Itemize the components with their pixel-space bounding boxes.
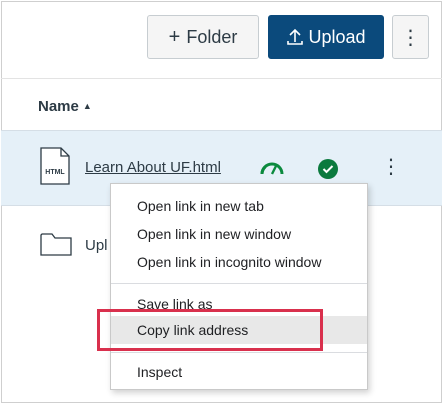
row-kebab-icon[interactable]: ⋮: [381, 154, 401, 179]
add-folder-button[interactable]: + Folder: [147, 15, 259, 59]
menu-item-open-incognito[interactable]: Open link in incognito window: [111, 248, 367, 276]
folder-icon: [40, 232, 72, 261]
html-file-icon: HTML: [40, 147, 70, 190]
upload-label: Upload: [308, 26, 366, 47]
add-folder-label: Folder: [186, 26, 238, 47]
menu-item-open-new-window[interactable]: Open link in new window: [111, 220, 367, 248]
sort-ascending-icon: ▲: [82, 101, 92, 111]
kebab-icon: ⋮: [400, 26, 421, 49]
usage-gauge-icon[interactable]: [259, 158, 285, 183]
menu-separator: [111, 352, 367, 353]
more-options-button[interactable]: ⋮: [392, 15, 429, 59]
file-type-badge: HTML: [45, 169, 65, 176]
menu-separator: [111, 283, 367, 284]
menu-item-inspect[interactable]: Inspect: [111, 358, 367, 386]
highlight-annotation-box: [97, 309, 323, 351]
upload-button[interactable]: Upload: [268, 15, 384, 59]
toolbar-divider: [1, 78, 442, 79]
published-check-icon[interactable]: [318, 159, 338, 179]
menu-item-open-new-tab[interactable]: Open link in new tab: [111, 192, 367, 220]
folder-name-link[interactable]: Upl: [85, 237, 108, 254]
file-name-link[interactable]: Learn About UF.html: [85, 159, 221, 176]
context-menu: Open link in new tab Open link in new wi…: [110, 183, 368, 390]
upload-icon: [286, 27, 304, 47]
name-column-header[interactable]: Name ▲: [38, 98, 92, 115]
name-column-label: Name: [38, 98, 79, 115]
plus-icon: +: [168, 25, 181, 48]
